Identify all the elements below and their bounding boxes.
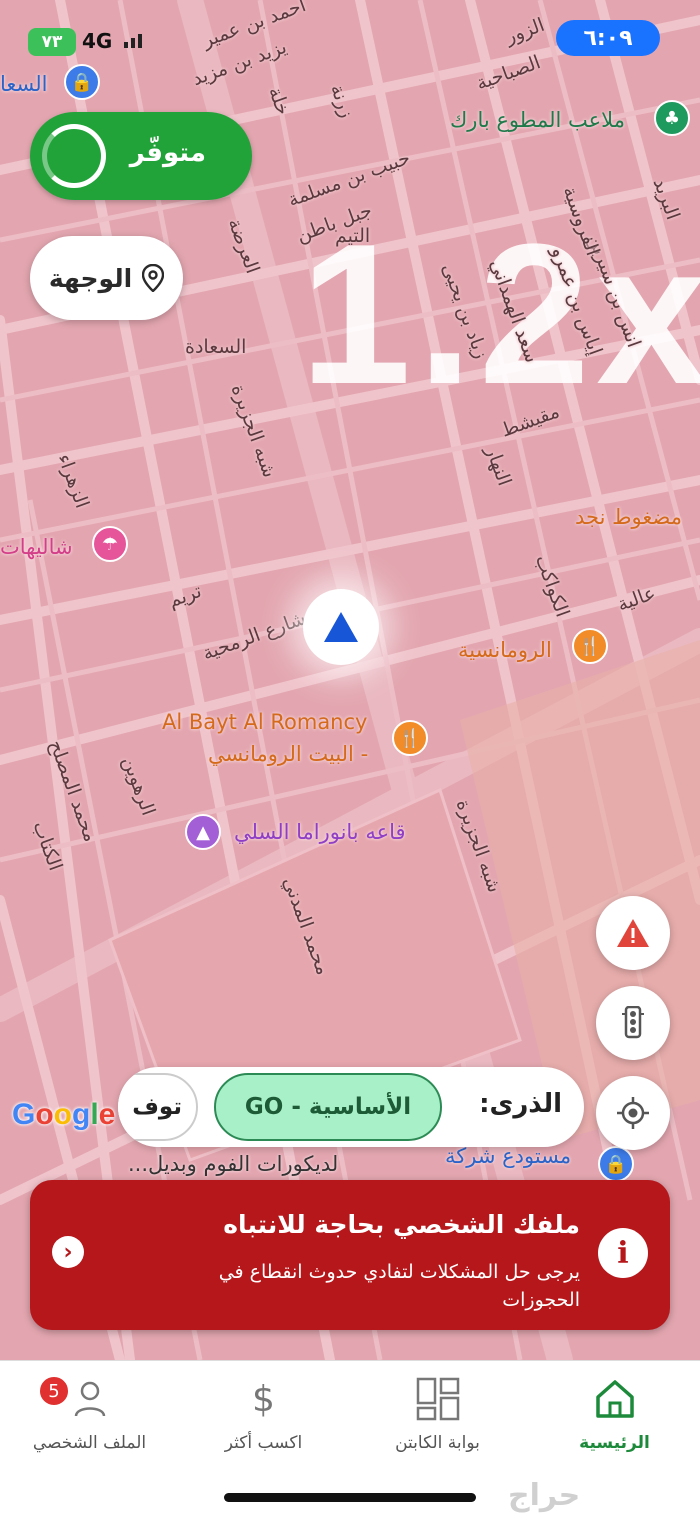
poi-label[interactable]: قاعه بانوراما السلي <box>234 820 406 844</box>
traffic-button[interactable] <box>596 986 670 1060</box>
warning-icon <box>617 919 649 947</box>
location-pin-icon <box>142 264 165 292</box>
nav-item-captain-portal[interactable]: بوابة الكابتن <box>350 1375 525 1465</box>
shopping-icon[interactable]: 🔒 <box>598 1146 634 1182</box>
poi-label[interactable]: مستودع شركة <box>445 1144 571 1168</box>
nav-item-profile[interactable]: الملف الشخصي 5 <box>2 1375 177 1465</box>
alert-title: ملفك الشخصي بحاجة للانتباه <box>223 1210 580 1239</box>
poi-label[interactable]: - البيت الرومانسي <box>208 742 368 766</box>
poi-label[interactable]: ملاعب المطوع بارك <box>450 108 625 132</box>
alert-body: يرجى حل المشكلات لتفادي حدوث انقطاع في ا… <box>218 1261 580 1311</box>
profile-alert-banner[interactable]: i ملفك الشخصي بحاجة للانتباه يرجى حل الم… <box>30 1180 670 1330</box>
poi-label[interactable]: Al Bayt Al Romancy <box>162 710 367 734</box>
park-icon[interactable]: ♣ <box>654 100 690 136</box>
status-ring-icon <box>42 124 106 188</box>
restaurant-icon[interactable]: 🍴 <box>572 628 608 664</box>
map-view[interactable]: 1.2x السعادة شبه الجزيرة شارع الرمحية تر… <box>0 0 700 1360</box>
availability-toggle[interactable]: متوفّر <box>30 112 252 200</box>
home-icon <box>591 1375 639 1423</box>
nav-label: بوابة الكابتن <box>395 1433 480 1453</box>
bottom-navigation: الرئيسية بوابة الكابتن $ اكسب أكثر الملف… <box>0 1360 700 1516</box>
service-selector: الذرى: الأساسية - GO توف <box>118 1067 584 1147</box>
nav-item-earn-more[interactable]: $ اكسب أكثر <box>176 1375 351 1465</box>
poi-label[interactable]: الرومانسية <box>458 638 552 662</box>
poi-label[interactable]: لديكورات الفوم وبديل... <box>128 1152 338 1176</box>
notification-badge: 5 <box>38 1375 70 1407</box>
navigation-arrow-icon <box>324 612 358 642</box>
chevron-left-icon[interactable]: ‹ <box>52 1236 84 1268</box>
peak-label: الذرى: <box>479 1089 562 1119</box>
service-chip-basic[interactable]: الأساسية - GO <box>214 1073 442 1141</box>
network-type: 4G <box>82 29 113 53</box>
beach-icon[interactable]: ☂ <box>92 526 128 562</box>
current-location-marker <box>303 589 379 665</box>
google-logo: Google <box>12 1098 116 1131</box>
nav-item-home[interactable]: الرئيسية <box>527 1375 700 1465</box>
info-icon: i <box>598 1228 648 1278</box>
status-bar: ٧٣ 4G ٦:٠٩ <box>0 0 700 90</box>
dollar-icon: $ <box>252 1378 275 1420</box>
grid-icon <box>414 1375 462 1423</box>
home-indicator[interactable] <box>224 1493 476 1502</box>
destination-button[interactable]: الوجهة <box>30 236 183 320</box>
availability-label: متوفّر <box>129 138 206 168</box>
clock: ٦:٠٩ <box>556 20 660 56</box>
poi-label[interactable]: مضغوط نجد <box>575 505 682 529</box>
report-button[interactable] <box>596 896 670 970</box>
destination-label: الوجهة <box>48 263 133 293</box>
signal-icon <box>124 34 142 48</box>
locate-me-button[interactable] <box>596 1076 670 1150</box>
watermark-logo: حراج <box>508 1478 581 1513</box>
street-label: السعادة <box>185 336 247 358</box>
my-location-icon <box>617 1097 649 1129</box>
traffic-light-icon <box>622 1006 644 1039</box>
nav-label: الملف الشخصي <box>32 1433 147 1453</box>
person-icon <box>66 1375 114 1423</box>
venue-icon[interactable]: ▲ <box>185 814 221 850</box>
nav-label: الرئيسية <box>579 1433 650 1453</box>
poi-label[interactable]: شاليهات <box>0 535 73 559</box>
restaurant-icon[interactable]: 🍴 <box>392 720 428 756</box>
nav-label: اكسب أكثر <box>224 1433 303 1453</box>
battery-indicator: ٧٣ <box>28 28 76 56</box>
service-chip-other[interactable]: توف <box>118 1073 198 1141</box>
